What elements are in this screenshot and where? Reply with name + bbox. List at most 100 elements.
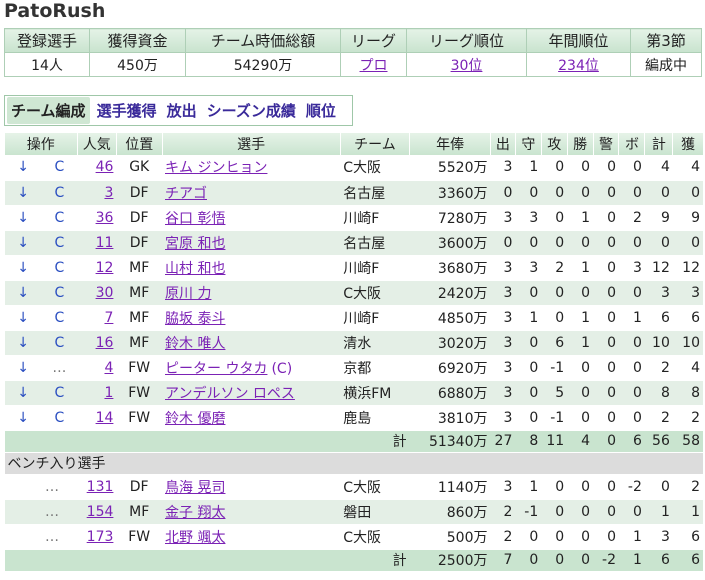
popularity-link[interactable]: 131 [87, 479, 114, 495]
player-name-link[interactable]: 鳥海 晃司 [165, 480, 225, 496]
player-name-link[interactable]: 原川 力 [165, 286, 211, 302]
stat-defense-cell: 1 [515, 474, 542, 500]
total-attack-cell: 0 [541, 549, 568, 572]
starter-row: ↓ C 14 FW 鈴木 優磨 鹿島 3810万 3 0 -1 0 0 0 2 2 [4, 405, 703, 431]
stat-attack-cell: -1 [541, 405, 568, 431]
nav-team-formation[interactable]: チーム編成 [7, 97, 90, 124]
nav-release[interactable]: 放出 [167, 100, 197, 121]
set-captain-button[interactable]: C [55, 385, 65, 401]
move-down-arrow-icon[interactable]: ↓ [17, 335, 29, 351]
nav-season-stats[interactable]: シーズン成績 [207, 100, 296, 121]
popularity-link[interactable]: 173 [87, 529, 114, 545]
stat-bonus-cell: 0 [618, 330, 645, 356]
move-down-arrow-icon[interactable]: ↓ [17, 410, 29, 426]
set-captain-button[interactable]: C [55, 335, 65, 351]
move-down-arrow-icon[interactable]: ↓ [17, 360, 29, 376]
stat-appearance-cell: 2 [490, 524, 516, 550]
move-down-arrow-icon[interactable]: ↓ [17, 310, 29, 326]
move-down-cell: ↓ [4, 305, 42, 331]
stat-bonus-cell: 0 [618, 280, 645, 306]
popularity-link[interactable]: 36 [96, 210, 114, 226]
move-down-arrow-icon[interactable]: ↓ [17, 260, 29, 276]
stat-total-cell: 2 [644, 355, 673, 381]
set-captain-button[interactable]: C [55, 310, 65, 326]
popularity-link[interactable]: 7 [104, 310, 113, 326]
set-captain-button[interactable]: C [55, 260, 65, 276]
set-captain-button[interactable]: C [55, 185, 65, 201]
stat-bonus-cell: 1 [618, 305, 645, 331]
popularity-link[interactable]: 1 [104, 385, 113, 401]
move-down-arrow-icon[interactable]: ↓ [17, 159, 29, 175]
move-down-arrow-icon[interactable]: ↓ [17, 185, 29, 201]
nav-standings[interactable]: 順位 [306, 100, 336, 121]
annual-rank-link[interactable]: 234位 [558, 58, 599, 74]
captain-cell: … [41, 355, 78, 381]
position-cell: FW [116, 405, 162, 431]
move-down-arrow-icon[interactable]: ↓ [17, 210, 29, 226]
player-cell: ピーター ウタカ (C) [162, 355, 341, 381]
popularity-link[interactable]: 46 [96, 159, 114, 175]
player-name-link[interactable]: 北野 颯太 [165, 530, 225, 546]
starter-row: ↓ C 30 MF 原川 力 C大阪 2420万 3 0 0 0 0 0 3 3 [4, 280, 703, 306]
stat-attack-cell: 0 [541, 499, 568, 525]
stat-appearance-cell: 3 [490, 305, 516, 331]
stat-earned-cell: 1 [672, 499, 703, 525]
player-name-link[interactable]: 宮原 和也 [165, 236, 225, 252]
stat-attack-cell: 0 [541, 205, 568, 231]
team-cell: 名古屋 [340, 180, 410, 206]
stat-defense-cell: 1 [515, 155, 542, 181]
move-down-arrow-icon[interactable]: ↓ [17, 235, 29, 251]
stat-appearance-cell: 3 [490, 405, 516, 431]
popularity-link[interactable]: 154 [87, 504, 114, 520]
player-name-link[interactable]: 谷口 彰悟 [165, 211, 225, 227]
starters-total-row: 計 51340万 27 8 11 4 0 6 56 58 [4, 430, 703, 453]
captain-cell: C [41, 180, 78, 206]
stat-win-cell: 1 [567, 205, 594, 231]
player-cell: 金子 翔太 [162, 499, 341, 525]
popularity-link[interactable]: 4 [104, 360, 113, 376]
set-captain-button[interactable]: C [55, 159, 65, 175]
total-total-cell: 56 [644, 430, 673, 453]
move-down-arrow-icon[interactable]: ↓ [17, 285, 29, 301]
player-name-link[interactable]: 山村 和也 [165, 261, 225, 277]
stat-earned-cell: 2 [672, 405, 703, 431]
stat-bonus-cell: -2 [618, 474, 645, 500]
popularity-link[interactable]: 12 [96, 260, 114, 276]
player-name-link[interactable]: アンデルソン ロペス [165, 386, 295, 402]
captain-cell: C [41, 405, 78, 431]
starter-row: ↓ C 1 FW アンデルソン ロペス 横浜FM 6880万 3 0 5 0 0 0 8 8 [4, 380, 703, 406]
player-name-link[interactable]: ピーター ウタカ [165, 361, 267, 377]
player-name-link[interactable]: 鈴木 優磨 [165, 411, 225, 427]
popularity-link[interactable]: 30 [96, 285, 114, 301]
player-name-link[interactable]: キム ジンヒョン [165, 160, 267, 176]
set-captain-button[interactable]: C [55, 235, 65, 251]
player-name-link[interactable]: チアゴ [165, 186, 207, 202]
popularity-cell: 7 [77, 305, 117, 331]
player-name-link[interactable]: 鈴木 唯人 [165, 336, 225, 352]
popularity-cell: 30 [77, 280, 117, 306]
popularity-link[interactable]: 3 [104, 185, 113, 201]
round-status-value: 編成中 [630, 52, 702, 77]
player-name-link[interactable]: 脇坂 泰斗 [165, 311, 225, 327]
player-cell: 谷口 彰悟 [162, 205, 341, 231]
league-rank-link[interactable]: 30位 [451, 58, 483, 74]
player-name-link[interactable]: 金子 翔太 [165, 505, 225, 521]
stat-defense-cell: 1 [515, 305, 542, 331]
popularity-link[interactable]: 16 [96, 335, 114, 351]
popularity-link[interactable]: 14 [96, 410, 114, 426]
set-captain-button[interactable]: C [55, 285, 65, 301]
nav-player-acquire[interactable]: 選手獲得 [97, 100, 157, 121]
captain-cell: C [41, 330, 78, 356]
set-captain-button[interactable]: C [55, 410, 65, 426]
move-down-cell: ↓ [4, 205, 42, 231]
team-cell: 鹿島 [340, 405, 410, 431]
stat-attack-cell: 0 [541, 155, 568, 181]
stat-defense-cell: 3 [515, 205, 542, 231]
popularity-link[interactable]: 11 [96, 235, 114, 251]
salary-cell: 3360万 [409, 180, 491, 206]
stat-earned-cell: 0 [672, 230, 703, 256]
move-down-arrow-icon[interactable]: ↓ [17, 385, 29, 401]
salary-cell: 3020万 [409, 330, 491, 356]
set-captain-button[interactable]: C [55, 210, 65, 226]
league-link[interactable]: プロ [360, 58, 388, 74]
